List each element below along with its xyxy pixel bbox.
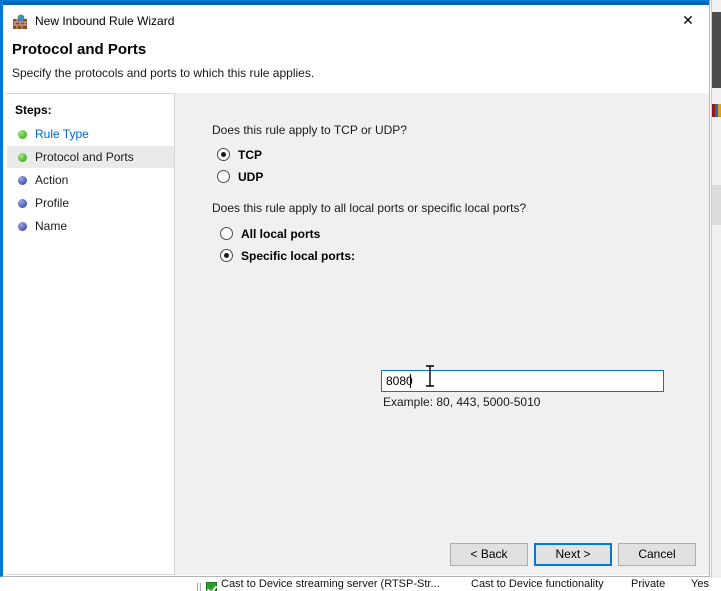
background-right-icon — [712, 104, 721, 117]
steps-sidebar: Steps: Rule Type Protocol and Ports Acti… — [6, 93, 175, 575]
radio-udp-indicator — [217, 170, 230, 183]
sidebar-item-label: Action — [35, 173, 69, 187]
sidebar-item-profile[interactable]: Profile — [7, 192, 174, 214]
cancel-button[interactable]: Cancel — [618, 543, 696, 566]
sidebar-item-label: Profile — [35, 196, 70, 210]
wizard-header: Protocol and Ports Specify the protocols… — [6, 31, 709, 89]
protocol-question-label: Does this rule apply to TCP or UDP? — [212, 123, 407, 137]
row-cell-profile: Private — [631, 578, 666, 590]
background-right-strip — [711, 0, 721, 591]
text-caret — [410, 374, 411, 388]
steps-heading: Steps: — [15, 103, 52, 117]
specific-ports-input-value: 8080 — [386, 374, 413, 388]
step-bullet-icon — [18, 176, 27, 185]
radio-specific-local-ports-indicator — [220, 249, 233, 262]
back-button[interactable]: < Back — [450, 543, 528, 566]
radio-specific-local-ports-label: Specific local ports: — [241, 249, 356, 263]
close-glyph: ✕ — [682, 12, 694, 28]
step-bullet-icon — [18, 153, 27, 162]
background-table-row[interactable]: || Cast to Device streaming server (RTSP-… — [196, 578, 721, 591]
row-cell-enabled: Yes — [691, 578, 709, 590]
sidebar-item-label: Name — [35, 219, 68, 233]
row-cell-group: Cast to Device functionality — [471, 578, 604, 590]
step-bullet-icon — [18, 222, 27, 231]
ibeam-cursor-icon — [426, 365, 434, 387]
sidebar-item-protocol-and-ports[interactable]: Protocol and Ports — [7, 146, 174, 168]
sidebar-item-action[interactable]: Action — [7, 169, 174, 191]
next-button[interactable]: Next > — [534, 543, 612, 566]
background-right-header-bar — [712, 12, 721, 88]
sidebar-item-label: Rule Type — [35, 127, 89, 141]
page-title: Protocol and Ports — [12, 41, 147, 58]
step-bullet-icon — [18, 130, 27, 139]
sidebar-item-name[interactable]: Name — [7, 215, 174, 237]
radio-all-local-ports-label: All local ports — [241, 227, 321, 241]
sidebar-item-label: Protocol and Ports — [35, 150, 134, 164]
sidebar-item-rule-type[interactable]: Rule Type — [7, 123, 174, 145]
page-subtitle: Specify the protocols and ports to which… — [12, 66, 315, 80]
ports-example-hint: Example: 80, 443, 5000-5010 — [383, 395, 541, 409]
wizard-content: Does this rule apply to TCP or UDP? TCP … — [181, 93, 709, 575]
new-inbound-rule-wizard-dialog: New Inbound Rule Wizard ✕ Protocol and P… — [0, 0, 710, 577]
titlebar: New Inbound Rule Wizard ✕ — [3, 5, 709, 31]
step-bullet-icon — [18, 199, 27, 208]
background-right-band — [712, 185, 721, 225]
enabled-check-icon — [206, 582, 217, 591]
wizard-body: Steps: Rule Type Protocol and Ports Acti… — [6, 93, 709, 575]
radio-all-local-ports-indicator — [220, 227, 233, 240]
radio-udp-label: UDP — [238, 170, 264, 184]
window-title: New Inbound Rule Wizard — [35, 14, 175, 28]
radio-tcp-label: TCP — [238, 148, 262, 162]
row-grip-icon: || — [196, 582, 202, 591]
row-cell-name: Cast to Device streaming server (RTSP-St… — [221, 578, 440, 590]
firewall-globe-icon — [13, 14, 27, 29]
ports-question-label: Does this rule apply to all local ports … — [212, 201, 527, 215]
radio-tcp-indicator — [217, 148, 230, 161]
